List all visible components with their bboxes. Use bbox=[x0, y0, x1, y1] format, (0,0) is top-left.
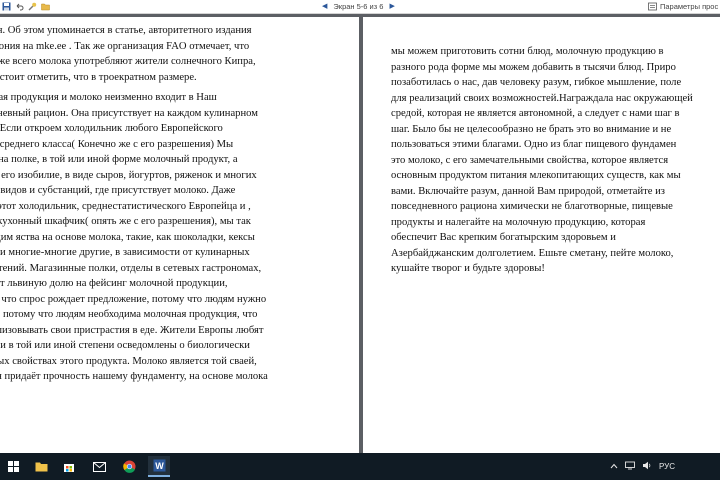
text-line: крыв этот холодильник, среднестатистичес… bbox=[0, 200, 251, 212]
page-navigation: ◀ Экран 5-6 из 6 ▶ bbox=[322, 2, 395, 11]
text-line: обеспечит Вас крепким богатырским здоров… bbox=[391, 232, 616, 243]
page-left-text: збания. Об этом упоминается в статье, ав… bbox=[0, 23, 332, 390]
text-line: средой, которая не является автономной, … bbox=[391, 108, 680, 119]
mail-button[interactable] bbox=[88, 456, 110, 477]
text-line: деляют львиную долю на фейсинг молочной … bbox=[0, 278, 228, 289]
paragraph: олочная продукция и молоко неизменно вхо… bbox=[0, 90, 332, 385]
volume-icon[interactable] bbox=[642, 461, 652, 472]
text-line: пользоваться этими благами. Одно из благ… bbox=[391, 139, 677, 150]
screen-indicator: Экран 5-6 из 6 bbox=[333, 2, 384, 11]
text-line: олезных свойствах этого продукта. Молоко… bbox=[0, 355, 257, 367]
chevron-up-icon[interactable] bbox=[610, 462, 618, 471]
mail-icon bbox=[92, 461, 106, 472]
store-button[interactable] bbox=[58, 456, 80, 477]
text-line: ченья и многие-многие другие, в зависимо… bbox=[0, 247, 250, 258]
text-line: ругих видов и субстанций, где присутству… bbox=[0, 185, 236, 196]
tools-icon[interactable] bbox=[28, 2, 37, 11]
text-line: ителя среднего класса( Конечно же с его … bbox=[0, 138, 234, 150]
text-line: К-Эстония на mke.ee . Так же организация… bbox=[0, 40, 250, 52]
text-line: вами. Включайте разум, данной Вам природ… bbox=[391, 185, 665, 197]
folder-icon[interactable] bbox=[41, 2, 50, 11]
previous-screen-icon[interactable]: ◀ bbox=[322, 2, 327, 11]
text-line: ньше же всего молока употребляют жители … bbox=[0, 56, 256, 67]
text-line: идим на полке, в той или иной форме моло… bbox=[0, 154, 238, 165]
document-area[interactable]: збания. Об этом упоминается в статье, ав… bbox=[0, 15, 720, 453]
page-left: збания. Об этом упоминается в статье, ав… bbox=[0, 17, 359, 453]
view-params-label: Параметры прос bbox=[660, 2, 719, 11]
language-indicator[interactable]: РУС bbox=[659, 462, 675, 471]
text-line: мы можем приготовить сотни блюд, молочну… bbox=[391, 46, 664, 57]
text-line: это молоко, с его замечательными свойств… bbox=[391, 154, 669, 166]
text-line: шаг. Было бы не целесообразно не брать э… bbox=[391, 123, 672, 135]
text-line: е увидим яства на основе молока, такие, … bbox=[0, 231, 255, 243]
page-right: мы можем приготовить сотни блюд, молочну… bbox=[363, 17, 720, 453]
text-line: олочная продукция и молоко неизменно вхо… bbox=[0, 92, 217, 103]
text-line: едпочтений. Магазинные полки, отделы в с… bbox=[0, 262, 262, 274]
text-line: Азербайджанским долголетием. Ешьте смета… bbox=[391, 247, 674, 259]
text-line: основным продуктом питания млекопитающих… bbox=[391, 170, 681, 181]
next-screen-icon[interactable]: ▶ bbox=[389, 2, 394, 11]
word-button[interactable]: W bbox=[148, 456, 170, 477]
text-line: ичём, стоит отметить, что в троекратном … bbox=[0, 71, 197, 83]
text-line: разного рода форме мы можем добавить в т… bbox=[391, 61, 676, 73]
svg-text:W: W bbox=[155, 461, 164, 471]
start-button[interactable] bbox=[2, 456, 24, 477]
text-line: крыв кухонный шкафчик( опять же с его ра… bbox=[0, 216, 251, 227]
text-line: збания. Об этом упоминается в статье, ав… bbox=[0, 25, 252, 36]
undo-icon[interactable] bbox=[15, 2, 24, 11]
chrome-icon bbox=[122, 460, 135, 473]
page-right-text: мы можем приготовить сотни блюд, молочну… bbox=[391, 44, 720, 282]
text-line: олоко, потому что людям необходима молоч… bbox=[0, 309, 258, 320]
text-line: отому что спрос рождает предложение, пот… bbox=[0, 293, 267, 305]
text-line: ы реализовывать свои пристрастия в еде. … bbox=[0, 324, 264, 336]
file-explorer-button[interactable] bbox=[30, 456, 52, 477]
paragraph: збания. Об этом упоминается в статье, ав… bbox=[0, 23, 332, 85]
toolbar-left-icons bbox=[2, 2, 50, 11]
text-line: позаботилась о нас, дав человеку разум, … bbox=[391, 77, 682, 88]
windows-logo-icon bbox=[7, 461, 19, 472]
paragraph: мы можем приготовить сотни блюд, молочну… bbox=[391, 44, 720, 277]
taskbar: W РУС bbox=[0, 453, 720, 480]
network-icon[interactable] bbox=[625, 461, 635, 472]
text-line: для реализаций своих возможностей.Награж… bbox=[391, 92, 693, 104]
text-line: ючке. Если откроем холодильник любого Ев… bbox=[0, 123, 223, 134]
folder-icon bbox=[35, 462, 47, 472]
text-line: олоко и в той или иной степени осведомле… bbox=[0, 340, 250, 351]
text-line: повседневного рациона химически не благо… bbox=[391, 201, 673, 212]
text-line: продукты и налегайте на молочную продукц… bbox=[391, 216, 646, 228]
word-icon: W bbox=[153, 459, 165, 472]
view-params-button[interactable]: Параметры прос bbox=[648, 2, 718, 11]
text-line: кушайте творог и будьте здоровы! bbox=[391, 263, 545, 274]
text-line: оторая придаёт прочность нашему фундамен… bbox=[0, 371, 268, 382]
store-icon bbox=[64, 463, 74, 472]
text-line: овседневный рацион. Она присутствует на … bbox=[0, 107, 258, 119]
read-mode-toolbar: ◀ Экран 5-6 из 6 ▶ Параметры прос bbox=[0, 0, 720, 14]
text-line: стями его изобилие, в виде сыров, йогурт… bbox=[0, 169, 257, 181]
system-tray: РУС bbox=[610, 453, 675, 480]
view-settings-icon bbox=[648, 2, 657, 11]
chrome-button[interactable] bbox=[118, 456, 140, 477]
save-icon[interactable] bbox=[2, 2, 11, 11]
